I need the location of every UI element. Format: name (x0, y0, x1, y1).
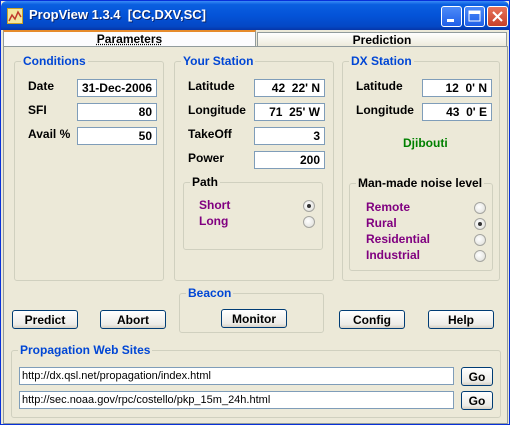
go-button-1[interactable]: Go (461, 367, 493, 386)
web-sites-title: Propagation Web Sites (18, 343, 153, 357)
avail-field[interactable]: 50 (77, 127, 157, 145)
your-longitude-field[interactable]: 71 25' W (254, 103, 325, 121)
path-title: Path (190, 175, 221, 189)
path-group: Path Short Long (183, 175, 323, 250)
minimize-icon (447, 19, 454, 22)
close-icon (492, 11, 503, 22)
beacon-group: Beacon Monitor (179, 286, 324, 333)
noise-rural-label: Rural (366, 216, 397, 230)
conditions-group: Conditions Date 31-Dec-2006 SFI 80 Avail… (14, 54, 164, 281)
noise-title: Man-made noise level (356, 176, 485, 190)
parameters-panel: Conditions Date 31-Dec-2006 SFI 80 Avail… (3, 46, 508, 424)
dx-latitude-field[interactable]: 12 0' N (422, 79, 492, 97)
conditions-title: Conditions (21, 54, 88, 68)
noise-industrial-radio[interactable] (474, 250, 486, 262)
dx-longitude-field[interactable]: 43 0' E (422, 103, 492, 121)
abort-button[interactable]: Abort (100, 310, 166, 329)
url-field-1[interactable]: http://dx.qsl.net/propagation/index.html (19, 367, 454, 385)
propview-window: PropView 1.3.4 [CC,DXV,SC] Parameters Pr… (0, 0, 510, 425)
title-bar[interactable]: PropView 1.3.4 [CC,DXV,SC] (1, 1, 509, 30)
power-field[interactable]: 200 (254, 151, 325, 169)
path-long-label: Long (199, 214, 229, 228)
beacon-title: Beacon (186, 286, 234, 300)
power-label: Power (188, 151, 225, 165)
your-station-group: Your Station Latitude 42 22' N Longitude… (174, 54, 334, 281)
noise-residential-radio[interactable] (474, 234, 486, 246)
sfi-label: SFI (28, 103, 47, 117)
takeoff-field[interactable]: 3 (254, 127, 325, 145)
config-button[interactable]: Config (339, 310, 405, 329)
noise-remote-radio[interactable] (474, 202, 486, 214)
tab-prediction-label: Prediction (352, 33, 412, 47)
monitor-button[interactable]: Monitor (221, 309, 287, 328)
close-button[interactable] (487, 6, 508, 27)
dx-station-group: DX Station Latitude 12 0' N Longitude 43… (342, 54, 500, 281)
date-field[interactable]: 31-Dec-2006 (77, 79, 157, 97)
dx-country-name: Djibouti (403, 136, 448, 150)
app-icon (7, 8, 23, 24)
longitude-label: Longitude (188, 103, 246, 117)
url-field-2[interactable]: http://sec.noaa.gov/rpc/costello/pkp_15m… (19, 391, 454, 409)
noise-group: Man-made noise level Remote Rural Reside… (349, 176, 493, 271)
takeoff-label: TakeOff (188, 127, 232, 141)
tab-bar: Parameters Prediction (1, 30, 509, 47)
sfi-field[interactable]: 80 (77, 103, 157, 121)
date-label: Date (28, 79, 55, 93)
tab-parameters-label: Parameters (96, 32, 163, 46)
help-button[interactable]: Help (428, 310, 494, 329)
maximize-icon (468, 10, 481, 22)
dx-station-title: DX Station (349, 54, 414, 68)
noise-remote-label: Remote (366, 200, 411, 214)
maximize-button[interactable] (464, 6, 485, 27)
predict-button[interactable]: Predict (12, 310, 78, 329)
noise-rural-radio[interactable] (474, 218, 486, 230)
tab-parameters[interactable]: Parameters (3, 30, 256, 47)
minimize-button[interactable] (441, 6, 462, 27)
dx-longitude-label: Longitude (356, 103, 414, 117)
dx-latitude-label: Latitude (356, 79, 403, 93)
window-title: PropView 1.3.4 [CC,DXV,SC] (29, 7, 207, 22)
go-button-2[interactable]: Go (461, 391, 493, 410)
your-latitude-field[interactable]: 42 22' N (254, 79, 325, 97)
your-station-title: Your Station (181, 54, 256, 68)
avail-label: Avail % (28, 127, 71, 141)
web-sites-group: Propagation Web Sites http://dx.qsl.net/… (11, 343, 501, 418)
path-short-radio[interactable] (303, 200, 315, 212)
tab-prediction[interactable]: Prediction (257, 32, 507, 47)
path-short-label: Short (199, 198, 231, 212)
latitude-label: Latitude (188, 79, 235, 93)
path-long-radio[interactable] (303, 216, 315, 228)
noise-residential-label: Residential (366, 232, 431, 246)
noise-industrial-label: Industrial (366, 248, 421, 262)
